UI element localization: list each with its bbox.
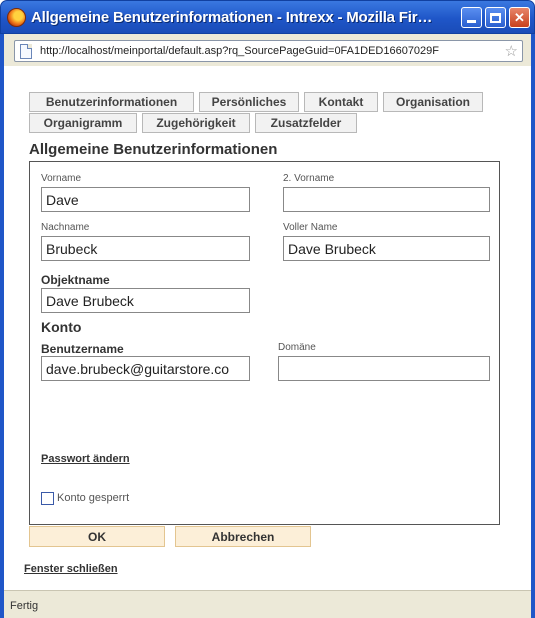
tab-organisation[interactable]: Organisation xyxy=(383,92,483,112)
konto-gesperrt-checkbox[interactable] xyxy=(41,492,54,505)
konto-gesperrt-label: Konto gesperrt xyxy=(57,492,130,504)
tabs-row-1: Benutzerinformationen Persönliches Konta… xyxy=(29,92,483,112)
vollername-label: Voller Name xyxy=(283,222,338,233)
ok-button[interactable]: OK xyxy=(29,526,165,547)
vollername-field[interactable]: Dave Brubeck xyxy=(283,236,490,261)
maximize-icon xyxy=(490,12,501,23)
tab-zugehoerigkeit[interactable]: Zugehörigkeit xyxy=(142,113,250,133)
vorname2-label: 2. Vorname xyxy=(283,173,335,184)
vorname-label: Vorname xyxy=(41,173,82,184)
passwort-aendern-link[interactable]: Passwort ändern xyxy=(41,453,130,465)
tab-organigramm[interactable]: Organigramm xyxy=(29,113,137,133)
page-title: Allgemeine Benutzerinformationen xyxy=(29,141,278,158)
url-text[interactable]: http://localhost/meinportal/default.asp?… xyxy=(40,45,495,57)
page-content: Benutzerinformationen Persönliches Konta… xyxy=(4,66,531,590)
nachname-field[interactable]: Brubeck xyxy=(41,236,250,261)
maximize-button[interactable] xyxy=(485,7,506,28)
tab-persoenliches[interactable]: Persönliches xyxy=(199,92,299,112)
window-title: Allgemeine Benutzerinformationen - Intre… xyxy=(31,9,433,26)
minimize-button[interactable] xyxy=(461,7,482,28)
vorname2-field[interactable] xyxy=(283,187,490,212)
window-titlebar[interactable]: Allgemeine Benutzerinformationen - Intre… xyxy=(0,0,535,34)
navigation-toolbar: http://localhost/meinportal/default.asp?… xyxy=(4,34,531,66)
tab-zusatzfelder[interactable]: Zusatzfelder xyxy=(255,113,357,133)
tabs-row-2: Organigramm Zugehörigkeit Zusatzfelder xyxy=(29,113,357,133)
address-bar[interactable]: http://localhost/meinportal/default.asp?… xyxy=(14,40,523,62)
bookmark-star-icon[interactable]: ☆ xyxy=(505,42,518,60)
user-form: Vorname Dave 2. Vorname Nachname Brubeck… xyxy=(29,161,500,525)
window-frame-right xyxy=(531,34,535,618)
status-text: Fertig xyxy=(10,600,39,612)
nachname-label: Nachname xyxy=(41,222,90,233)
cancel-button[interactable]: Abbrechen xyxy=(175,526,311,547)
konto-heading: Konto xyxy=(41,319,82,335)
objektname-label: Objektname xyxy=(41,273,110,287)
benutzername-field[interactable]: dave.brubeck@guitarstore.co xyxy=(41,356,250,381)
objektname-field[interactable]: Dave Brubeck xyxy=(41,288,250,313)
tab-kontakt[interactable]: Kontakt xyxy=(304,92,378,112)
tab-benutzerinformationen[interactable]: Benutzerinformationen xyxy=(29,92,194,112)
close-window-link[interactable]: Fenster schließen xyxy=(24,563,118,575)
close-icon: ✕ xyxy=(514,9,525,25)
benutzername-label: Benutzername xyxy=(41,342,124,356)
domane-label: Domäne xyxy=(278,342,316,353)
status-bar: Fertig xyxy=(4,590,531,618)
firefox-icon xyxy=(7,8,26,27)
minimize-icon xyxy=(467,20,476,23)
vorname-field[interactable]: Dave xyxy=(41,187,250,212)
page-icon xyxy=(20,43,32,59)
domane-field[interactable] xyxy=(278,356,490,381)
close-window-button[interactable]: ✕ xyxy=(509,7,530,28)
